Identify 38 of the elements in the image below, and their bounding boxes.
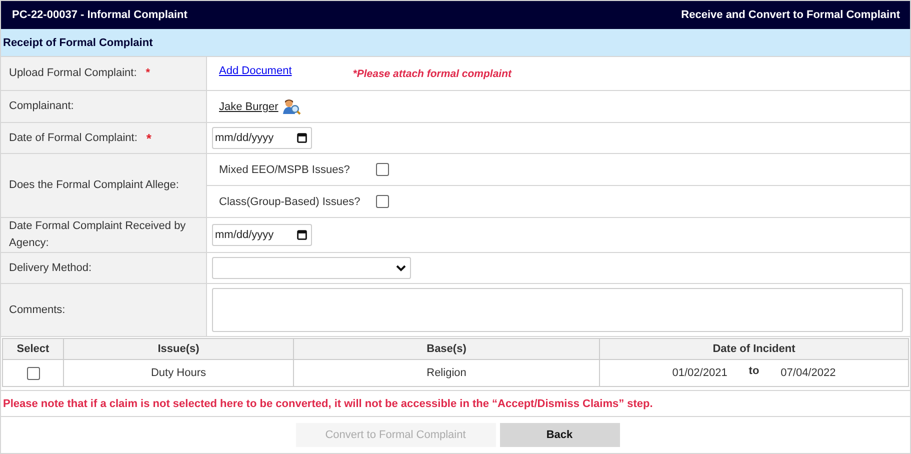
section-title: Receipt of Formal Complaint (3, 36, 153, 48)
field-label: Comments: (9, 302, 66, 318)
field-label: Complainant: (9, 99, 74, 114)
field-label: Date of Formal Complaint: (9, 130, 138, 146)
date-field[interactable]: mm/dd/yyyy (212, 224, 312, 246)
date-to: 07/04/2022 (780, 367, 837, 379)
checkbox[interactable] (376, 195, 389, 208)
calendar-icon[interactable] (297, 230, 307, 240)
attach-note: *Please attach formal complaint (352, 68, 512, 80)
chevron-down-icon (396, 264, 406, 272)
calendar-icon[interactable] (297, 133, 307, 143)
column-header: Date of Incident (600, 339, 908, 360)
date-field[interactable]: mm/dd/yyyy (212, 127, 312, 149)
date-from: 01/02/2021 (671, 367, 728, 379)
required-mark: * (146, 66, 150, 81)
page-action-title: Receive and Convert to Formal Complaint (681, 9, 900, 21)
person-search-icon[interactable] (283, 98, 302, 114)
field-label: Date Formal Complaint Received by Agency: (9, 219, 187, 251)
row-checkbox[interactable] (26, 366, 40, 380)
window-title: PC-22-00037 - Informal Complaint (12, 9, 188, 21)
option-label: Mixed EEO/MSPB Issues? (219, 164, 351, 176)
column-header: Issue(s) (64, 339, 294, 360)
date-separator: to (748, 365, 760, 377)
checkbox[interactable] (376, 163, 389, 176)
claims-warning: Please note that if a claim is not selected here to be converted, it will not be accessible in the “Accept/Dismiss Claims” step. (3, 398, 653, 410)
field-label: Delivery Method: (9, 260, 92, 276)
column-header: Select (3, 339, 64, 360)
back-button[interactable]: Back (500, 423, 620, 447)
comments-field[interactable] (212, 288, 903, 332)
field-label: Upload Formal Complaint: (9, 66, 137, 81)
complainant-link[interactable]: Jake Burger (219, 100, 278, 112)
option-label: Class(Group-Based) Issues? (219, 196, 362, 208)
table-cell: Duty Hours (64, 360, 294, 386)
add-document-link[interactable]: Add Document (219, 65, 292, 77)
column-header: Base(s) (294, 339, 600, 360)
required-mark: * (146, 130, 152, 146)
table-cell: Religion (294, 360, 600, 386)
field-label: Does the Formal Complaint Allege: (9, 178, 179, 193)
